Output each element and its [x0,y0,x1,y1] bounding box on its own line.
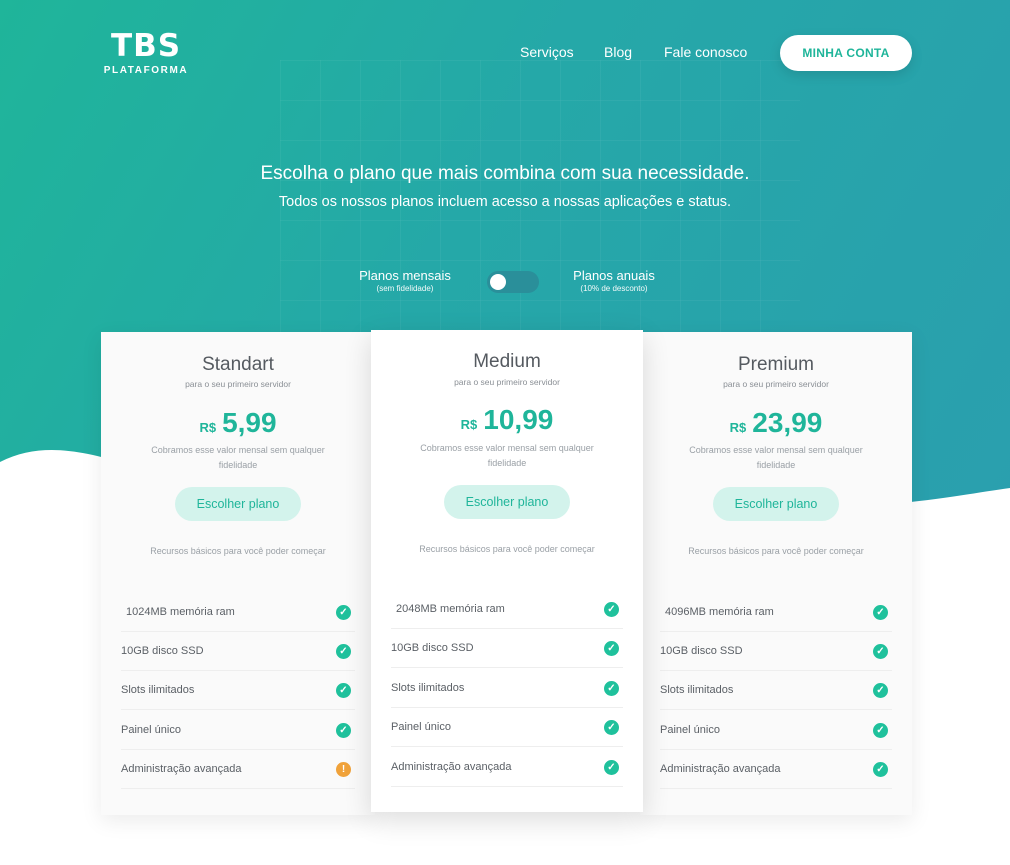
price-value: 23,99 [752,407,823,438]
billing-toggle-switch[interactable] [487,271,539,293]
plan-card-standart: Standart para o seu primeiro servidor R$… [101,332,375,815]
plan-price: R$ 23,99 [640,407,912,439]
plan-note: Cobramos esse valor mensal sem qualquer … [151,445,325,470]
feature-label: Administração avançada [121,763,242,775]
feature-row: Painel único ✓ [121,711,355,750]
feature-label: Administração avançada [391,761,512,773]
check-circle-icon: ✓ [336,604,351,620]
page: TBS PLATAFORMA Serviços Blog Fale conosc… [0,0,1010,865]
feature-row: 1024MB memória ram ✓ [121,593,355,632]
feature-row: Slots ilimitados ✓ [391,669,623,708]
choose-plan-button[interactable]: Escolher plano [444,485,570,519]
toggle-knob [490,274,506,290]
price-currency: R$ [199,420,217,435]
check-circle-icon: ✓ [336,682,351,698]
feature-label: Slots ilimitados [391,682,465,694]
feature-label: Painel único [121,724,181,736]
plan-price: R$ 5,99 [101,407,375,439]
feature-label: Slots ilimitados [660,684,734,696]
plan-basic-text: Recursos básicos para você poder começar [419,544,595,554]
annual-note: (10% de desconto) [580,284,648,293]
feature-row: Slots ilimitados ✓ [121,671,355,710]
plan-note: Cobramos esse valor mensal sem qualquer … [420,443,594,468]
feature-row: 10GB disco SSD ✓ [391,629,623,668]
feature-label: 10GB disco SSD [121,645,204,657]
exclamation-circle-icon: ! [336,761,351,777]
feature-label: 2048MB memória ram [396,603,505,615]
choose-plan-button[interactable]: Escolher plano [713,487,839,521]
feature-row: 10GB disco SSD ✓ [121,632,355,671]
plan-tagline: para o seu primeiro servidor [185,379,291,389]
price-value: 5,99 [222,407,277,438]
check-circle-icon: ✓ [873,682,888,698]
check-circle-icon: ✓ [873,761,888,777]
nav-link-fale-conosco[interactable]: Fale conosco [664,44,747,60]
price-currency: R$ [460,417,478,432]
nav-link-blog[interactable]: Blog [604,44,632,60]
feature-label: Slots ilimitados [121,684,195,696]
plan-note: Cobramos esse valor mensal sem qualquer … [689,445,863,470]
price-value: 10,99 [483,404,554,435]
my-account-button[interactable]: MINHA CONTA [780,35,912,71]
check-circle-icon: ✓ [336,643,351,659]
plan-price: R$ 10,99 [371,404,643,436]
plan-name: Medium [473,351,541,372]
feature-row: Slots ilimitados ✓ [660,671,892,710]
brand-subtitle: PLATAFORMA [103,65,189,76]
plan-name: Premium [737,354,814,375]
hero-subline: Todos os nossos planos incluem acesso a … [278,194,732,210]
feature-row: Administração avançada ✓ [660,750,892,789]
plan-card-medium: Medium para o seu primeiro servidor R$ 10… [371,330,643,812]
check-circle-icon: ✓ [873,722,888,738]
feature-label: Painel único [660,724,720,736]
choose-plan-button[interactable]: Escolher plano [175,487,301,521]
plan-card-premium: Premium para o seu primeiro servidor R$ 2… [640,332,912,815]
feature-label: 1024MB memória ram [126,606,235,618]
check-circle-icon: ✓ [336,722,351,738]
annual-plans-option[interactable]: Planos anuais (10% de desconto) [562,268,666,293]
feature-row: Painel único ✓ [660,711,892,750]
check-circle-icon: ✓ [604,719,619,735]
plan-basic-text: Recursos básicos para você poder começar [688,546,864,556]
plan-tagline: para o seu primeiro servidor [723,379,829,389]
feature-label: Painel único [391,721,451,733]
feature-row: Administração avançada ! [121,750,355,789]
monthly-note: (sem fidelidade) [376,284,434,293]
annual-label: Planos anuais [573,268,655,283]
brand-title: TBS [110,28,182,64]
feature-row: Painel único ✓ [391,708,623,747]
check-circle-icon: ✓ [604,680,619,696]
plan-basic-text: Recursos básicos para você poder começar [150,546,326,556]
brand-logo[interactable]: TBS PLATAFORMA [100,30,192,76]
feature-label: 10GB disco SSD [391,642,474,654]
feature-label: 4096MB memória ram [665,606,774,618]
monthly-label: Planos mensais [359,268,451,283]
feature-row: 4096MB memória ram ✓ [660,593,892,632]
nav-link-servicos[interactable]: Serviços [520,44,574,60]
monthly-plans-option[interactable]: Planos mensais (sem fidelidade) [352,268,458,293]
feature-label: Administração avançada [660,763,781,775]
plan-tagline: para o seu primeiro servidor [454,377,560,387]
price-currency: R$ [729,420,747,435]
check-circle-icon: ✓ [873,604,888,620]
check-circle-icon: ✓ [604,640,619,656]
check-circle-icon: ✓ [604,759,619,775]
check-circle-icon: ✓ [873,643,888,659]
check-circle-icon: ✓ [604,601,619,617]
hero-headline: Escolha o plano que mais combina com sua… [260,163,750,184]
plan-name: Standart [202,354,274,375]
feature-row: 2048MB memória ram ✓ [391,590,623,629]
feature-row: 10GB disco SSD ✓ [660,632,892,671]
feature-row: Administração avançada ✓ [391,748,623,787]
feature-label: 10GB disco SSD [660,645,743,657]
